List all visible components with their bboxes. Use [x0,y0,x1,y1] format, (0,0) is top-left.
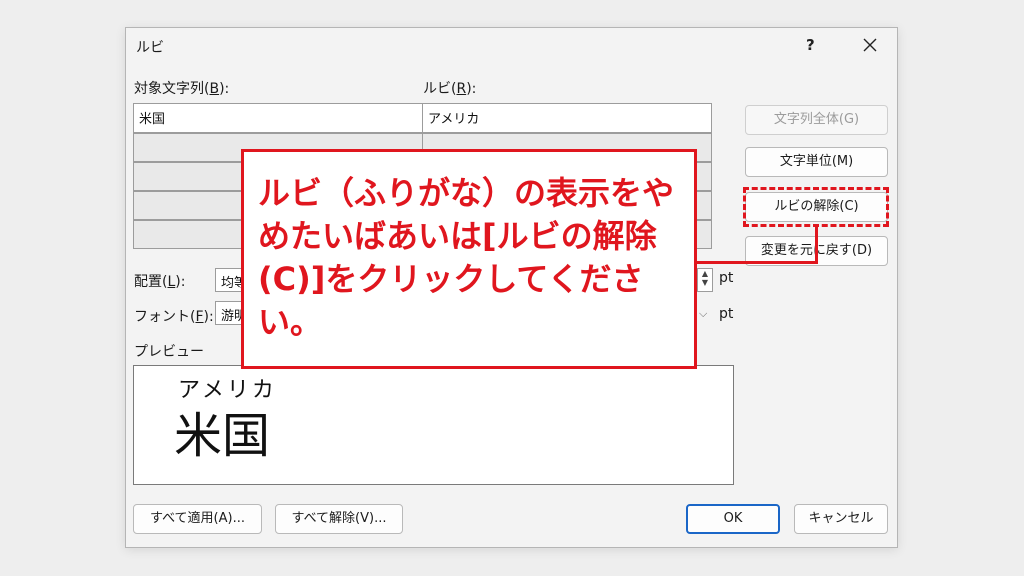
target-text-label: 対象文字列(B): [134,81,230,97]
remove-ruby-highlight [743,187,889,227]
callout-connector-vertical [815,226,818,264]
preview-label: プレビュー [134,344,204,360]
dialog-title: ルビ [136,40,164,56]
help-button[interactable]: ? [806,36,815,54]
ruby-label: ルビ(R): [423,81,477,97]
remove-all-button[interactable]: すべて解除(V)... [275,504,403,534]
char-unit-button[interactable]: 文字単位(M) [745,147,888,177]
base-text-field-1[interactable]: 米国 [133,103,423,133]
cancel-button[interactable]: キャンセル [794,504,888,534]
instruction-callout: ルビ（ふりがな）の表示をやめたいばあいは[ルビの解除(C)]をクリックしてくださ… [241,149,697,369]
apply-all-button[interactable]: すべて適用(A)... [133,504,262,534]
alignment-label: 配置(L): [134,274,186,290]
font-label: フォント(F): [134,309,214,325]
close-button[interactable] [852,31,888,61]
preview-box: アメリカ 米国 [133,365,734,485]
callout-connector-horizontal [697,261,817,264]
ruby-text-field-1[interactable]: アメリカ [422,103,712,133]
instruction-text: ルビ（ふりがな）の表示をやめたいばあいは[ルビの解除(C)]をクリックしてくださ… [258,174,675,341]
preview-base-text: 米国 [174,408,271,464]
close-icon [863,38,877,52]
offset-unit: pt [719,306,734,322]
all-text-button[interactable]: 文字列全体(G) [745,105,888,135]
size-unit: pt [719,270,734,286]
chevron-down-icon[interactable]: ⌵ [699,307,707,321]
ok-button[interactable]: OK [686,504,780,534]
size-spinner[interactable]: ▲ ▼ [697,268,713,292]
